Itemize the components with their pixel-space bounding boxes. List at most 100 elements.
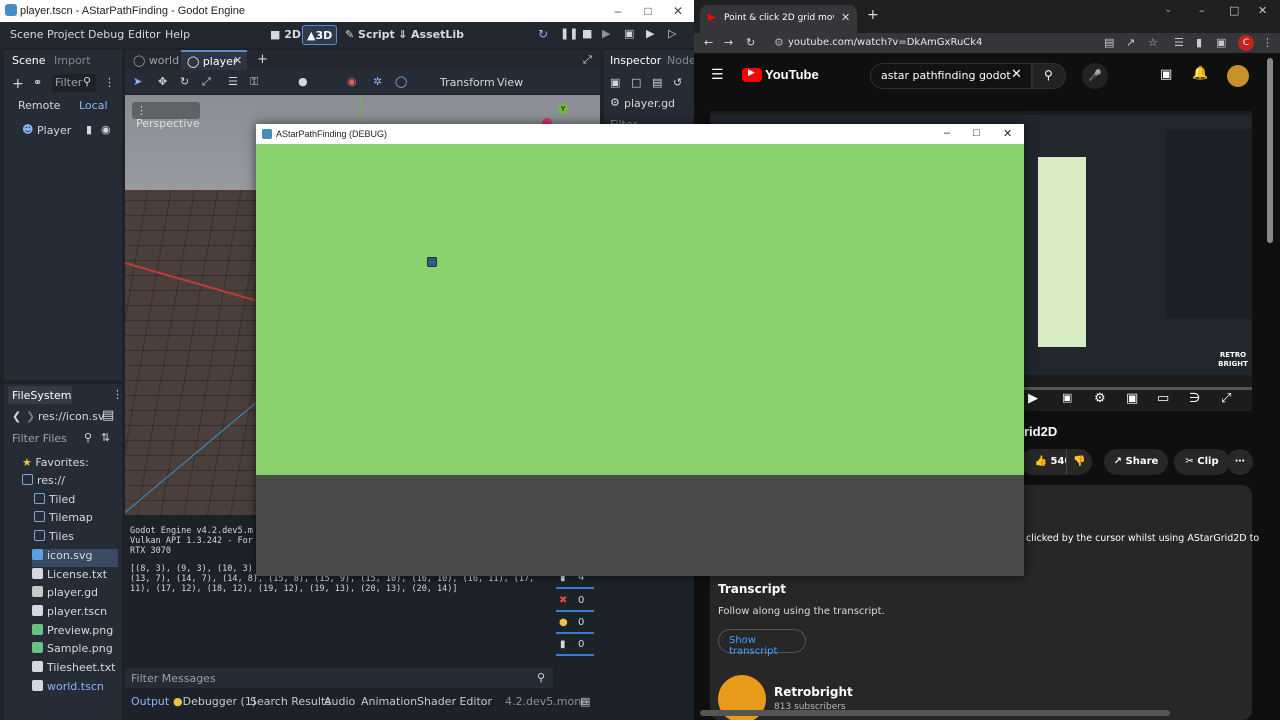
local-button[interactable]: Local bbox=[79, 99, 108, 112]
sphere-icon[interactable]: ● bbox=[298, 75, 308, 88]
tab-search-results[interactable]: Search Results bbox=[250, 695, 331, 708]
cast-icon[interactable]: ∋ bbox=[1189, 391, 1200, 406]
list-tool-icon[interactable]: ☰ bbox=[228, 75, 238, 88]
tab-node[interactable]: Node bbox=[667, 54, 694, 67]
tab-output[interactable]: Output bbox=[131, 695, 169, 708]
more-actions-button[interactable]: ⋯ bbox=[1227, 449, 1253, 475]
fullscreen-icon[interactable]: ⤢ bbox=[1221, 391, 1231, 406]
tab-inspector[interactable]: Inspector bbox=[610, 54, 661, 67]
close-icon[interactable]: ✕ bbox=[1258, 4, 1267, 17]
new-tab-icon[interactable]: + bbox=[257, 52, 268, 67]
remote-button[interactable]: Remote bbox=[18, 99, 60, 112]
panel-toggle-icon[interactable]: ▤ bbox=[580, 695, 590, 708]
menu-editor[interactable]: Editor bbox=[128, 28, 161, 41]
share-button[interactable]: ↗ Share bbox=[1104, 449, 1168, 475]
chrome-tab-youtube[interactable]: ▶ Point & click 2D grid movement ✕ bbox=[700, 5, 857, 33]
tab-scene[interactable]: Scene bbox=[12, 54, 46, 67]
error-count-badge[interactable]: ✖ 0 bbox=[556, 592, 594, 612]
maximize-icon[interactable]: □ bbox=[973, 127, 980, 139]
new-tab-icon[interactable]: + bbox=[867, 7, 879, 23]
save-icon[interactable]: ▤ bbox=[652, 76, 662, 89]
more-icon[interactable]: ⋮ bbox=[112, 388, 123, 401]
tab-debugger[interactable]: ●Debugger (1) bbox=[173, 695, 256, 708]
reload-icon[interactable]: ↻ bbox=[538, 27, 548, 41]
close-tab-icon[interactable]: ✕ bbox=[841, 11, 850, 24]
site-info-icon[interactable]: ⚙ bbox=[774, 36, 784, 49]
split-view-icon[interactable]: ▤ bbox=[102, 408, 114, 423]
tab-audio[interactable]: Audio bbox=[324, 695, 355, 708]
extensions-icon[interactable]: ▮ bbox=[1196, 36, 1202, 49]
light-icon[interactable]: ◉ bbox=[347, 75, 357, 88]
create-icon[interactable]: ▣ bbox=[1160, 67, 1172, 82]
editor-count-badge[interactable]: ▮ 0 bbox=[556, 636, 594, 656]
tab-player[interactable]: ◯ player ✕ bbox=[181, 50, 247, 70]
select-tool-icon[interactable]: ➤ bbox=[133, 75, 142, 88]
tab-filesystem[interactable]: FileSystem bbox=[8, 386, 72, 404]
environment-icon[interactable]: ◯ bbox=[395, 75, 407, 88]
mode-2d-button[interactable]: ■ 2D bbox=[270, 28, 301, 41]
snap-icon[interactable]: ✲ bbox=[373, 75, 382, 88]
channel-name[interactable]: Retrobright bbox=[774, 685, 853, 699]
profile-avatar[interactable]: C bbox=[1238, 35, 1254, 51]
move-tool-icon[interactable]: ✥ bbox=[158, 75, 167, 88]
autoplay-icon[interactable]: ▶ bbox=[1028, 391, 1038, 406]
close-tab-icon[interactable]: ✕ bbox=[233, 54, 242, 67]
tab-shader-editor[interactable]: Shader Editor bbox=[417, 695, 492, 708]
tab-animation[interactable]: Animation bbox=[361, 695, 417, 708]
address-bar[interactable]: youtube.com/watch?v=DkAmGxRuCk4 bbox=[788, 37, 982, 48]
forward-icon[interactable]: ❯ bbox=[26, 410, 35, 423]
add-node-icon[interactable]: + bbox=[12, 76, 24, 92]
minimize-icon[interactable]: – bbox=[610, 3, 626, 19]
tab-import[interactable]: Import bbox=[54, 54, 91, 67]
game-canvas[interactable] bbox=[256, 144, 1024, 475]
pause-icon[interactable]: ❚❚ bbox=[560, 27, 578, 40]
mode-script-button[interactable]: ✎ Script bbox=[345, 28, 395, 41]
menu-help[interactable]: Help bbox=[165, 28, 190, 41]
movie-icon[interactable]: ▣ bbox=[624, 27, 634, 40]
favorites-item[interactable]: ★ Favorites: bbox=[22, 456, 142, 474]
youtube-logo-text[interactable]: YouTube bbox=[765, 67, 819, 82]
perspective-button[interactable]: ⋮ Perspective bbox=[132, 102, 200, 130]
voice-search-icon[interactable]: 🎤 bbox=[1082, 63, 1108, 89]
back-icon[interactable]: ❮ bbox=[12, 410, 21, 423]
visibility-icon[interactable]: ◉ bbox=[101, 123, 111, 136]
stop-icon[interactable]: ■ bbox=[582, 27, 592, 40]
scene-filter-input[interactable]: Filter ⚲ bbox=[52, 74, 96, 92]
new-resource-icon[interactable]: ▣ bbox=[610, 76, 620, 89]
close-icon[interactable]: ✕ bbox=[1003, 127, 1012, 140]
close-icon[interactable]: ✕ bbox=[670, 3, 686, 19]
settings-icon[interactable]: ⚙ bbox=[1094, 391, 1106, 406]
forward-icon[interactable]: → bbox=[724, 36, 733, 49]
sidebar-icon[interactable]: ▣ bbox=[1216, 36, 1226, 49]
tab-world[interactable]: ◯ world bbox=[133, 54, 179, 67]
hamburger-icon[interactable]: ☰ bbox=[711, 67, 724, 83]
rotate-tool-icon[interactable]: ↻ bbox=[180, 75, 189, 88]
scale-tool-icon[interactable]: ⤢ bbox=[202, 75, 211, 89]
maximize-icon[interactable]: □ bbox=[640, 3, 656, 19]
youtube-search-button[interactable]: ⚲ bbox=[1032, 63, 1066, 89]
mode-3d-button[interactable]: ▲3D bbox=[302, 25, 337, 45]
user-avatar[interactable] bbox=[1227, 65, 1249, 87]
file-item[interactable]: icon.svg bbox=[32, 548, 118, 567]
sort-icon[interactable]: ⇅ bbox=[101, 431, 110, 444]
file-item[interactable]: res:// bbox=[22, 474, 142, 492]
clear-search-icon[interactable]: ✕ bbox=[1011, 67, 1022, 82]
reading-list-icon[interactable]: ☰ bbox=[1174, 36, 1184, 49]
horizontal-scrollbar[interactable] bbox=[700, 710, 1170, 716]
back-icon[interactable]: ← bbox=[704, 36, 713, 49]
warning-count-badge[interactable]: ● 0 bbox=[556, 614, 594, 634]
play-custom-icon[interactable]: ▷ bbox=[668, 27, 676, 40]
page-scrollbar[interactable] bbox=[1267, 58, 1273, 243]
filter-files-input[interactable]: Filter Files bbox=[12, 432, 67, 445]
inspector-file[interactable]: player.gd bbox=[624, 97, 675, 110]
path-field[interactable]: res://icon.sv bbox=[38, 410, 104, 423]
menu-scene[interactable]: Scene bbox=[10, 28, 44, 41]
miniplayer-icon[interactable]: ▣ bbox=[1126, 391, 1138, 406]
minimize-icon[interactable]: – bbox=[1199, 4, 1205, 17]
play-scene-icon[interactable]: ▶ bbox=[646, 27, 654, 40]
bookmark-icon[interactable]: ☆ bbox=[1148, 36, 1158, 49]
link-icon[interactable]: ⚭ bbox=[33, 76, 42, 89]
clip-button[interactable]: ✂ Clip bbox=[1174, 449, 1230, 475]
youtube-logo-icon[interactable]: ▶ bbox=[742, 68, 762, 82]
theater-icon[interactable]: ▭ bbox=[1157, 391, 1169, 406]
